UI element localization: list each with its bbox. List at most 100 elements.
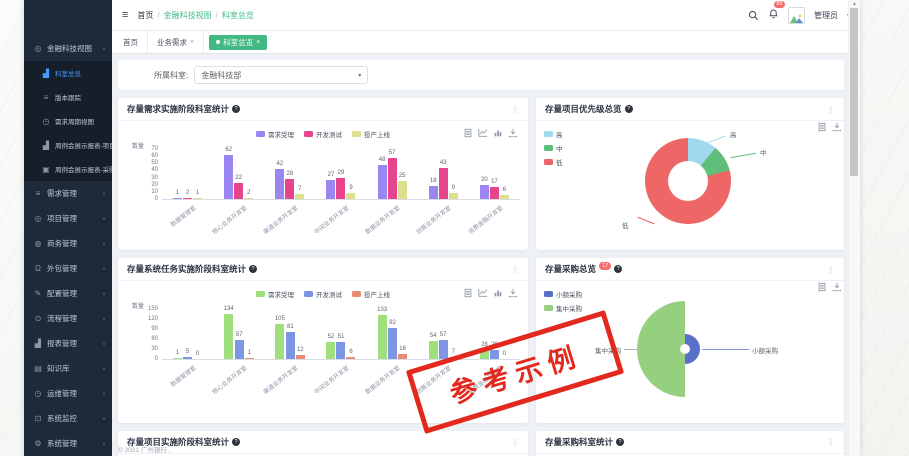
legend-item[interactable]: 集中采购 [544, 303, 582, 313]
bar[interactable] [336, 178, 345, 199]
breadcrumb-home[interactable]: 首页 [137, 10, 153, 21]
bar[interactable] [295, 194, 304, 199]
tab-科室总览[interactable]: 科室总览× [209, 35, 267, 50]
bar[interactable] [183, 357, 192, 359]
toolbox-download-icon[interactable] [508, 128, 518, 138]
bar[interactable] [388, 158, 397, 199]
tab-首页[interactable]: 首页 [114, 31, 148, 53]
bar[interactable] [245, 358, 254, 359]
toolbox-data-icon[interactable] [817, 122, 827, 132]
bar[interactable] [234, 183, 243, 199]
card-menu-icon[interactable]: ⋮ [511, 265, 519, 274]
bar[interactable] [429, 186, 438, 199]
bar[interactable] [173, 198, 182, 199]
bar[interactable] [398, 354, 407, 359]
sidebar-item[interactable]: ▤知识库∨ [24, 356, 112, 381]
toolbox-download-icon[interactable] [832, 122, 842, 132]
sidebar-subitem[interactable]: ≡版本跟踪 [24, 85, 112, 109]
bar[interactable] [193, 198, 202, 199]
help-icon[interactable]: ? [616, 438, 624, 446]
bar-wrapper: 7 [295, 137, 304, 199]
bar[interactable] [378, 315, 387, 359]
bar[interactable] [286, 332, 295, 359]
toolbox-data-icon[interactable] [817, 282, 827, 292]
sidebar-item[interactable]: ◎项目管理∨ [24, 206, 112, 231]
card-menu-icon[interactable]: ⋮ [511, 438, 519, 447]
rose-large-segment[interactable] [637, 301, 685, 397]
sidebar-item[interactable]: ⚙系统管理∨ [24, 431, 112, 456]
toolbox-data-icon[interactable] [463, 288, 473, 298]
scrollbar-thumb[interactable] [850, 8, 858, 176]
tab-close-icon[interactable]: × [190, 39, 194, 46]
tab-业务需求[interactable]: 业务需求× [148, 31, 204, 53]
toolbox-data-icon[interactable] [463, 128, 473, 138]
bar[interactable] [439, 340, 448, 359]
bar[interactable] [449, 193, 458, 199]
legend-item[interactable]: 中 [544, 143, 563, 153]
bar[interactable] [378, 165, 387, 199]
toolbox-download-icon[interactable] [508, 288, 518, 298]
bar[interactable] [500, 195, 509, 199]
toolbox-download-icon[interactable] [832, 282, 842, 292]
bar[interactable] [326, 180, 335, 199]
card-menu-icon[interactable]: ⋮ [511, 105, 519, 114]
sidebar-item[interactable]: ◍商务管理∨ [24, 231, 112, 256]
donut-chart[interactable] [645, 138, 731, 224]
help-icon[interactable]: ? [625, 105, 633, 113]
search-icon[interactable] [748, 10, 759, 21]
bar[interactable] [429, 341, 438, 359]
scrollbar[interactable]: ▲ [848, 0, 860, 456]
bar[interactable] [224, 314, 233, 359]
breadcrumb-section[interactable]: 金融科技视图 [164, 10, 212, 21]
sidebar-item[interactable]: Ω外包管理∨ [24, 256, 112, 281]
user-name[interactable]: 管理员 [814, 10, 838, 21]
sidebar-subitem[interactable]: ▟周例会展示报表-项目 [24, 133, 112, 157]
bar[interactable] [244, 198, 253, 199]
sidebar-item[interactable]: ⊡系统监控∨ [24, 406, 112, 431]
breadcrumb-current[interactable]: 科室总览 [222, 10, 254, 21]
tab-close-icon[interactable]: × [256, 39, 260, 46]
bar[interactable] [346, 357, 355, 359]
chevron-down-icon: ∨ [102, 316, 106, 321]
bar[interactable] [275, 324, 284, 359]
help-icon[interactable]: ? [249, 265, 257, 273]
scroll-up-icon[interactable]: ▲ [849, 1, 860, 7]
legend-item[interactable]: 小额采购 [544, 289, 582, 299]
menu-collapse-icon[interactable]: ≡ [122, 9, 128, 21]
legend-item[interactable]: 低 [544, 157, 563, 167]
bar[interactable] [275, 169, 284, 199]
legend-item[interactable]: 高 [544, 129, 563, 139]
department-select[interactable]: 金融科技部 ▾ [194, 66, 368, 84]
notification-bell[interactable]: 85 [768, 6, 779, 24]
sidebar-item[interactable]: ◎金融科技视图∧ [24, 36, 112, 61]
bar[interactable] [235, 340, 244, 359]
bar[interactable] [346, 193, 355, 199]
sidebar-item[interactable]: ≡需求管理∨ [24, 181, 112, 206]
bar[interactable] [398, 181, 407, 199]
sidebar-subitem[interactable]: ◷需求周期视图 [24, 109, 112, 133]
sidebar-item[interactable]: ✎配置管理∨ [24, 281, 112, 306]
bar[interactable] [490, 187, 499, 199]
card-menu-icon[interactable]: ⋮ [827, 105, 835, 114]
sidebar-subitem[interactable]: ▣周例会展示报表-采购 [24, 157, 112, 181]
bar[interactable] [388, 328, 397, 359]
bar[interactable] [173, 358, 182, 359]
sidebar-item[interactable]: ⊙流程管理∨ [24, 306, 112, 331]
card-menu-icon[interactable]: ⋮ [827, 265, 835, 274]
help-icon[interactable]: ? [232, 438, 240, 446]
bar[interactable] [336, 342, 345, 359]
help-icon[interactable]: ? [614, 265, 622, 273]
avatar[interactable] [788, 7, 805, 24]
bar[interactable] [285, 179, 294, 199]
bar[interactable] [439, 168, 448, 199]
bar[interactable] [296, 355, 305, 359]
bar[interactable] [326, 342, 335, 359]
help-icon[interactable]: ? [232, 105, 240, 113]
bar[interactable] [480, 185, 489, 199]
sidebar-item[interactable]: ◷运维管理∨ [24, 381, 112, 406]
card-menu-icon[interactable]: ⋮ [827, 438, 835, 447]
sidebar-item[interactable]: ▟报表管理∨ [24, 331, 112, 356]
sidebar-subitem[interactable]: ▟科室总览 [24, 61, 112, 85]
bar[interactable] [224, 155, 233, 199]
bar[interactable] [183, 198, 192, 199]
